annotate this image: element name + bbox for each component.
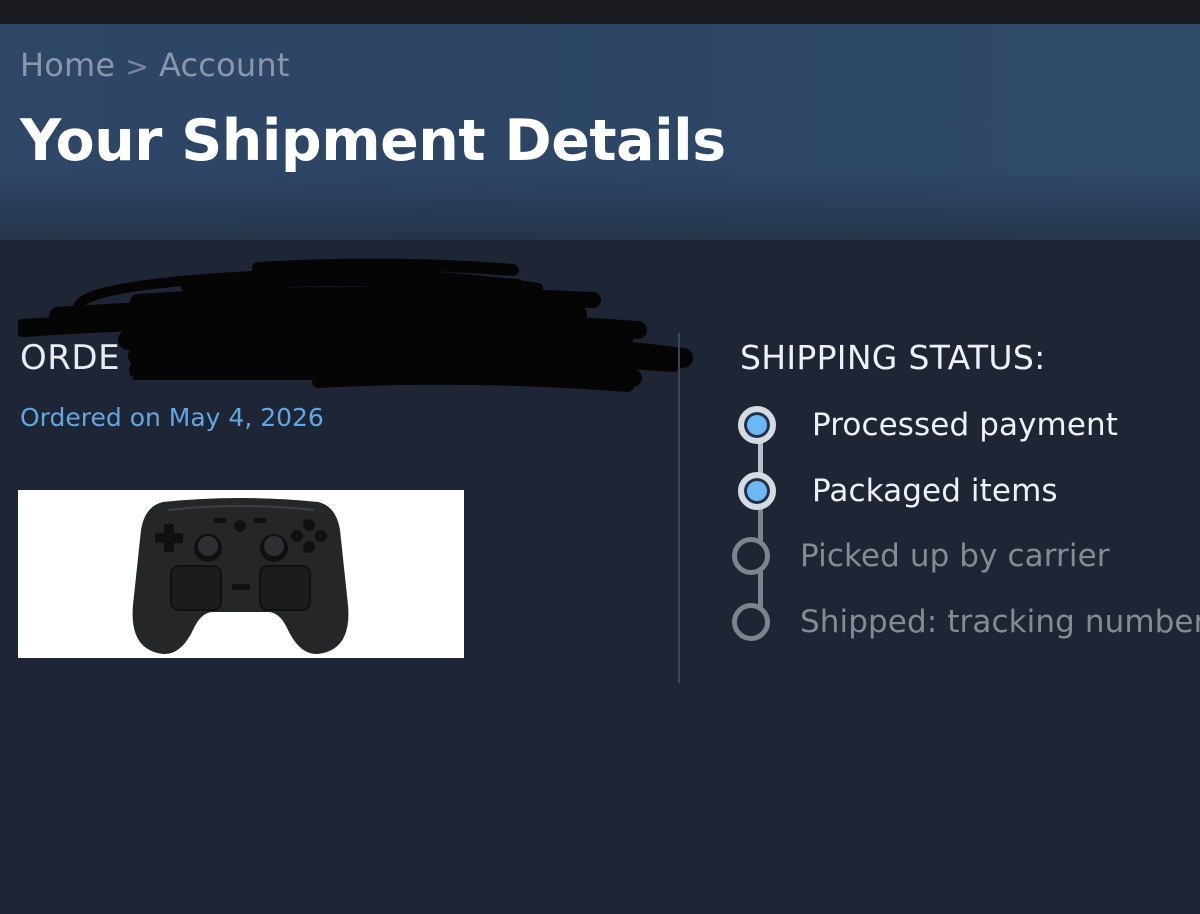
pending-status-icon	[732, 537, 770, 575]
status-step-label: Processed payment	[812, 407, 1118, 443]
redaction-scribble	[18, 258, 693, 392]
status-step-shipped: Shipped: tracking number	[732, 600, 1200, 644]
column-divider	[678, 333, 680, 683]
breadcrumb-home-link[interactable]: Home	[20, 46, 115, 84]
completed-status-icon	[738, 472, 776, 510]
status-step-packaged-items: Packaged items	[738, 469, 1058, 513]
status-step-label: Packaged items	[812, 473, 1058, 509]
status-step-label: Picked up by carrier	[800, 538, 1110, 574]
breadcrumb: Home > Account	[20, 46, 290, 84]
product-image	[18, 490, 464, 658]
page-title: Your Shipment Details	[20, 108, 726, 174]
shipping-status-heading: SHIPPING STATUS:	[740, 338, 1046, 377]
pending-status-icon	[732, 603, 770, 641]
breadcrumb-separator: >	[125, 50, 149, 83]
controller-icon	[132, 498, 349, 655]
top-bar	[0, 0, 1200, 24]
status-step-processed-payment: Processed payment	[738, 403, 1118, 447]
status-step-picked-up: Picked up by carrier	[732, 534, 1110, 578]
breadcrumb-account-link[interactable]: Account	[159, 46, 290, 84]
status-step-label: Shipped: tracking number	[800, 604, 1200, 640]
completed-status-icon	[738, 406, 776, 444]
ordered-date: Ordered on May 4, 2026	[20, 403, 324, 432]
